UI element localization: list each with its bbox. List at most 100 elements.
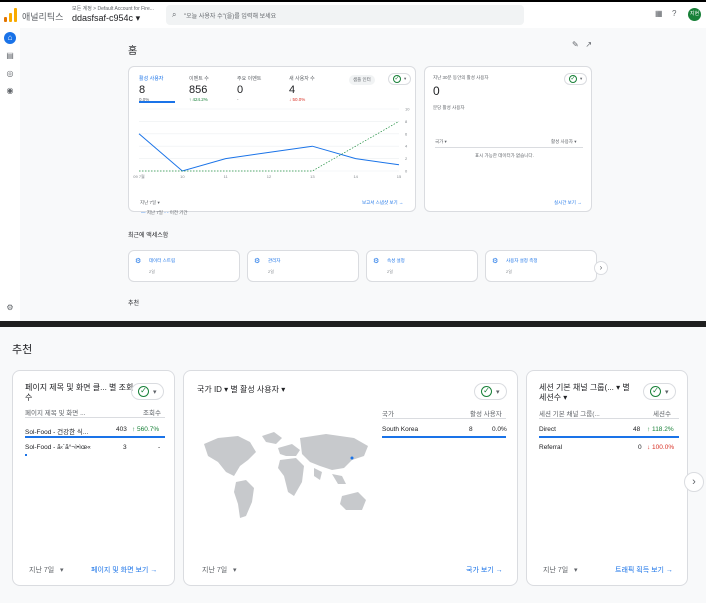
date-range-selector[interactable]: 지난 7일 ▾ bbox=[202, 565, 237, 575]
gear-icon: ⚙ bbox=[135, 258, 142, 265]
metric-value: 4 bbox=[289, 84, 296, 96]
property-selector[interactable]: ddasfsaf-c954c ▾ bbox=[72, 13, 140, 24]
chevron-right-icon[interactable]: › bbox=[684, 472, 704, 492]
x-tick-label: 10 bbox=[180, 174, 185, 179]
card-title[interactable]: 국가 ID ▾ 별 활성 사용자 ▾ bbox=[197, 385, 285, 395]
metric-value: 8 bbox=[139, 84, 146, 96]
gear-icon: ⚙ bbox=[492, 258, 499, 265]
date-range-selector[interactable]: 지난 7일 ▾ bbox=[29, 565, 64, 575]
chevron-down-icon: ▾ bbox=[665, 388, 669, 396]
data-quality-dropdown[interactable]: ✓ ▾ bbox=[643, 383, 676, 400]
column-header[interactable]: 조회수 bbox=[143, 407, 161, 417]
realtime-empty-message: 표시 가능한 데이터가 없습니다. bbox=[475, 153, 534, 158]
data-quality-dropdown[interactable]: ✓ ▾ bbox=[388, 73, 412, 85]
y-tick-label: 6 bbox=[405, 131, 408, 136]
row-change: - bbox=[158, 444, 161, 451]
metric-new-users[interactable]: 새 사용자 수 4 ↓ 50.0% bbox=[289, 75, 339, 102]
realtime-col-country[interactable]: 국가 ▾ bbox=[435, 139, 447, 145]
home-icon[interactable]: ⌂ bbox=[4, 32, 16, 44]
check-icon: ✓ bbox=[481, 386, 492, 397]
date-label: 지난 7일 bbox=[543, 567, 569, 574]
view-traffic-link[interactable]: 트래픽 획득 보기 → bbox=[615, 565, 673, 575]
overview-card: 활성 사용자 8 0.0% 이벤트 수 856 ↑ 424.2% 주요 이벤트 … bbox=[128, 66, 416, 215]
x-tick-label: 11 bbox=[224, 174, 229, 179]
metric-label: 이벤트 수 bbox=[189, 76, 209, 82]
metric-change: ↑ 424.2% bbox=[189, 97, 208, 102]
chevron-down-icon: ▾ bbox=[157, 200, 160, 205]
recent-item-label: 속성 설정 bbox=[387, 258, 405, 263]
series-line-0 bbox=[138, 133, 400, 172]
x-tick-label: 14 bbox=[353, 174, 358, 179]
row-value: 8 bbox=[469, 426, 473, 433]
column-header[interactable]: 활성 사용자 bbox=[470, 408, 502, 418]
card-title[interactable]: 세션 기본 채널 그룹(... ▾ 별 세션수 ▾ bbox=[539, 383, 639, 403]
property-name: ddasfsaf-c954c bbox=[72, 13, 134, 23]
card-title[interactable]: 페이지 제목 및 화면 클... 별 조회수 bbox=[25, 383, 135, 403]
advertising-icon[interactable]: ◉ bbox=[4, 85, 16, 97]
app-name[interactable]: 애널리틱스 bbox=[22, 10, 63, 23]
help-icon[interactable]: ? bbox=[672, 9, 676, 18]
date-label: 지난 7일 bbox=[202, 567, 228, 574]
data-quality-dropdown[interactable]: ✓ ▾ bbox=[474, 383, 507, 400]
column-header: 활성 사용자 bbox=[551, 139, 573, 144]
metric-change: ↓ 50.0% bbox=[289, 97, 306, 102]
recent-item-data-streams[interactable]: ⚙ 데이터 스트림 2일 bbox=[128, 250, 240, 282]
view-pages-link[interactable]: 페이지 및 화면 보기 → bbox=[91, 565, 157, 575]
explore-icon[interactable]: ◎ bbox=[4, 68, 16, 80]
chevron-right-icon[interactable]: › bbox=[594, 261, 608, 275]
column-header[interactable]: 국가 bbox=[382, 408, 394, 418]
page-actions: ✎ ↗ bbox=[572, 40, 592, 49]
data-quality-dropdown[interactable]: ✓ ▾ bbox=[131, 383, 164, 400]
date-range-selector[interactable]: 지난 7일 ▾ bbox=[140, 200, 160, 206]
column-header[interactable]: 페이지 제목 및 화면 ... bbox=[25, 407, 85, 417]
realtime-col-users[interactable]: 활성 사용자 ▾ bbox=[551, 139, 576, 145]
y-tick-label: 10 bbox=[405, 107, 410, 112]
analytics-logo[interactable] bbox=[4, 8, 18, 22]
active-metric-indicator bbox=[139, 101, 175, 103]
realtime-title: 지난 30분 동안의 활성 사용자 bbox=[433, 75, 489, 80]
apps-grid-icon[interactable]: ▦ bbox=[655, 9, 663, 18]
row-bar bbox=[25, 454, 27, 456]
view-countries-link[interactable]: 국가 보기 → bbox=[466, 565, 503, 575]
account-breadcrumb[interactable]: 모든 계정 > Default Account for Fire... bbox=[72, 5, 154, 12]
edit-icon[interactable]: ✎ bbox=[572, 40, 579, 49]
row-bar bbox=[539, 436, 679, 438]
recent-item-admin[interactable]: ⚙ 관리자 2일 bbox=[247, 250, 359, 282]
chevron-down-icon: ▾ bbox=[580, 76, 583, 81]
column-header[interactable]: 세션 기본 채널 그룹(... bbox=[539, 408, 600, 418]
metric-active-users[interactable]: 활성 사용자 8 0.0% bbox=[139, 75, 189, 102]
recommendations-section: 추천 페이지 제목 및 화면 클... 별 조회수 ✓ ▾ 페이지 제목 및 화면… bbox=[0, 327, 706, 603]
left-nav-rail: ⌂ ▤ ◎ ◉ ⚙ bbox=[0, 28, 20, 321]
x-tick-label: 13 bbox=[310, 174, 315, 179]
reports-icon[interactable]: ▤ bbox=[4, 50, 16, 62]
view-realtime-link[interactable]: 실시간 보기 → bbox=[554, 200, 582, 206]
gear-icon[interactable]: ⚙ bbox=[4, 302, 16, 314]
row-value: 403 bbox=[116, 426, 127, 433]
column-header[interactable]: 세션수 bbox=[653, 408, 671, 418]
metric-key-events[interactable]: 주요 이벤트 0 - bbox=[237, 75, 287, 102]
recent-section-title: 최근에 액세스함 bbox=[128, 233, 169, 239]
realtime-value: 0 bbox=[433, 84, 440, 98]
recommend-card-sessions: 세션 기본 채널 그룹(... ▾ 별 세션수 ▾ ✓ ▾ 세션 기본 채널 그룹… bbox=[526, 370, 688, 586]
column-header: 국가 bbox=[435, 139, 444, 144]
check-icon: ✓ bbox=[138, 386, 149, 397]
row-value: 0 bbox=[638, 444, 642, 451]
gear-icon: ⚙ bbox=[254, 258, 261, 265]
avatar[interactable]: 지현 bbox=[688, 8, 701, 21]
sample-pill[interactable]: 샘플 인터 bbox=[349, 75, 375, 85]
data-quality-dropdown[interactable]: ✓ ▾ bbox=[564, 73, 588, 85]
insights-icon[interactable]: ↗ bbox=[585, 40, 592, 49]
y-tick-label: 8 bbox=[405, 119, 408, 124]
legend-current: 지난 7일 bbox=[146, 210, 163, 215]
chevron-down-icon: ▾ bbox=[404, 76, 407, 81]
check-icon: ✓ bbox=[650, 386, 661, 397]
metric-event-count[interactable]: 이벤트 수 856 ↑ 424.2% bbox=[189, 75, 239, 102]
row-name: Referral bbox=[539, 444, 563, 451]
recommend-section-title-small: 추천 bbox=[128, 301, 140, 307]
recent-item-property-settings[interactable]: ⚙ 속성 설정 2일 bbox=[366, 250, 478, 282]
search-input[interactable]: ⌕ "오늘 사용자 수"(을)를 입력해 보세요 bbox=[166, 5, 524, 25]
date-range-selector[interactable]: 지난 7일 ▾ bbox=[543, 565, 578, 575]
realtime-subtitle: 분당 활성 사용자 bbox=[433, 105, 465, 110]
view-reports-link[interactable]: 보고서 스냅샷 보기 → bbox=[362, 200, 403, 206]
recent-item-custom-definitions[interactable]: ⚙ 사용자 설정 측정 2일 bbox=[485, 250, 597, 282]
